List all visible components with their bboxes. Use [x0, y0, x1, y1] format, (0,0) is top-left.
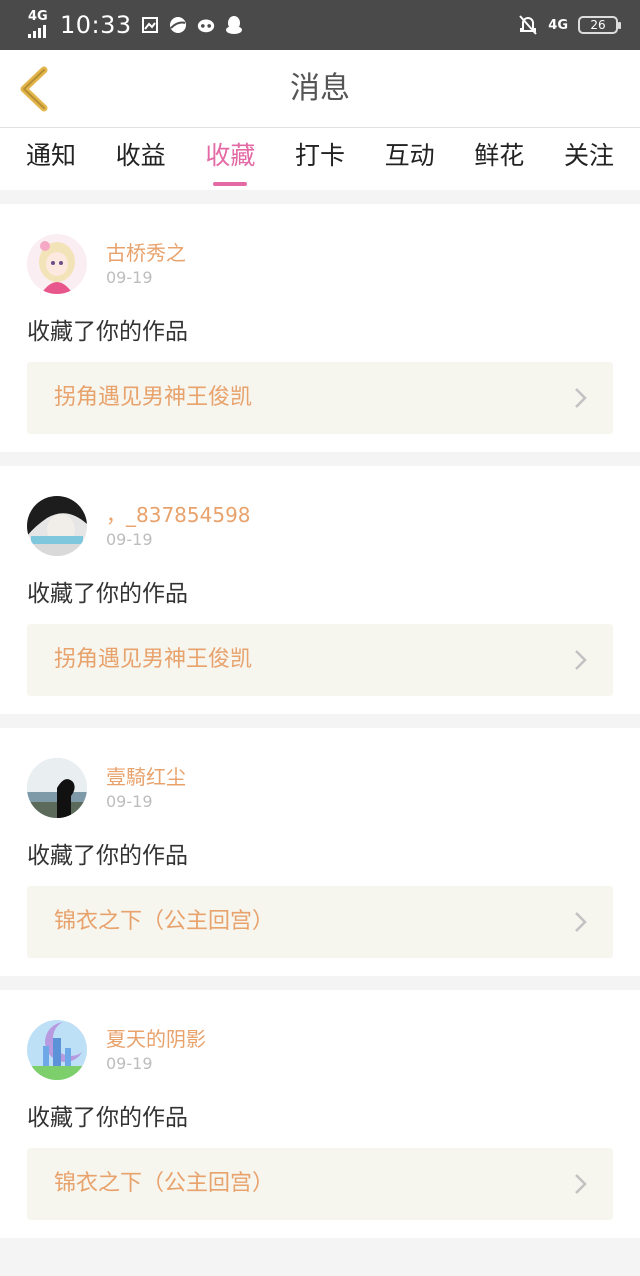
tab-bar: 通知 收益 收藏 打卡 互动 鲜花 关注	[0, 128, 640, 190]
work-link[interactable]: 拐角遇见男神王俊凯	[27, 624, 613, 696]
chevron-right-icon	[575, 388, 587, 408]
work-title: 拐角遇见男神王俊凯	[54, 385, 253, 410]
tab-earnings[interactable]: 收益	[116, 128, 166, 190]
header: 消息	[0, 50, 640, 128]
chevron-right-icon	[575, 912, 587, 932]
battery-level: 26	[590, 18, 606, 32]
tab-interaction[interactable]: 互动	[385, 128, 435, 190]
action-text: 收藏了你的作品	[27, 843, 188, 869]
app-cat-icon	[196, 15, 216, 35]
network-label-right: 4G	[548, 17, 568, 33]
message-date: 09-19	[106, 792, 153, 811]
tab-checkin[interactable]: 打卡	[295, 128, 345, 190]
clock: 10:33	[60, 11, 132, 39]
work-title: 锦衣之下（公主回宫）	[54, 1171, 275, 1196]
message-list: 古桥秀之 09-19 收藏了你的作品 拐角遇见男神王俊凯 ，_837854598…	[0, 190, 640, 1238]
silhouette-sea-avatar[interactable]	[27, 758, 87, 818]
username[interactable]: ，_837854598	[106, 499, 251, 528]
work-title: 拐角遇见男神王俊凯	[54, 647, 253, 672]
tab-flowers[interactable]: 鲜花	[474, 128, 524, 190]
message-date: 09-19	[106, 1054, 153, 1073]
message-date: 09-19	[106, 530, 153, 549]
tab-notifications[interactable]: 通知	[26, 128, 76, 190]
work-link[interactable]: 锦衣之下（公主回宫）	[27, 886, 613, 958]
work-title: 锦衣之下（公主回宫）	[54, 909, 275, 934]
message-card: 夏天的阴影 09-19 收藏了你的作品 锦衣之下（公主回宫）	[0, 990, 640, 1238]
work-link[interactable]: 拐角遇见男神王俊凯	[27, 362, 613, 434]
action-text: 收藏了你的作品	[27, 581, 188, 607]
4g-signal-icon: 4G	[26, 10, 52, 40]
bell-off-icon	[518, 15, 538, 35]
message-card: ，_837854598 09-19 收藏了你的作品 拐角遇见男神王俊凯	[0, 466, 640, 714]
page-title: 消息	[290, 71, 350, 106]
username[interactable]: 夏天的阴影	[106, 1023, 206, 1052]
work-link[interactable]: 锦衣之下（公主回宫）	[27, 1148, 613, 1220]
action-text: 收藏了你的作品	[27, 319, 188, 345]
castle-avatar[interactable]	[27, 1020, 87, 1080]
tab-favorites[interactable]: 收藏	[205, 128, 255, 190]
qq-penguin-icon	[224, 15, 244, 35]
status-bar: 4G 10:33 4G 26	[0, 0, 640, 50]
network-label: 4G	[28, 9, 48, 24]
battery-icon: 26	[578, 16, 621, 34]
anime-girl-avatar[interactable]	[27, 234, 87, 294]
status-right: 4G 26	[518, 15, 621, 35]
message-card: 古桥秀之 09-19 收藏了你的作品 拐角遇见男神王俊凯	[0, 204, 640, 452]
chevron-right-icon	[575, 1174, 587, 1194]
message-date: 09-19	[106, 268, 153, 287]
face-photo-avatar[interactable]	[27, 496, 87, 556]
action-text: 收藏了你的作品	[27, 1105, 188, 1131]
username[interactable]: 壹騎红尘	[106, 761, 186, 790]
username[interactable]: 古桥秀之	[106, 237, 186, 266]
message-card: 壹騎红尘 09-19 收藏了你的作品 锦衣之下（公主回宫）	[0, 728, 640, 976]
tab-following[interactable]: 关注	[564, 128, 614, 190]
chevron-right-icon	[575, 650, 587, 670]
gallery-icon	[140, 15, 160, 35]
status-left: 4G 10:33	[26, 10, 244, 40]
browser-icon	[168, 15, 188, 35]
